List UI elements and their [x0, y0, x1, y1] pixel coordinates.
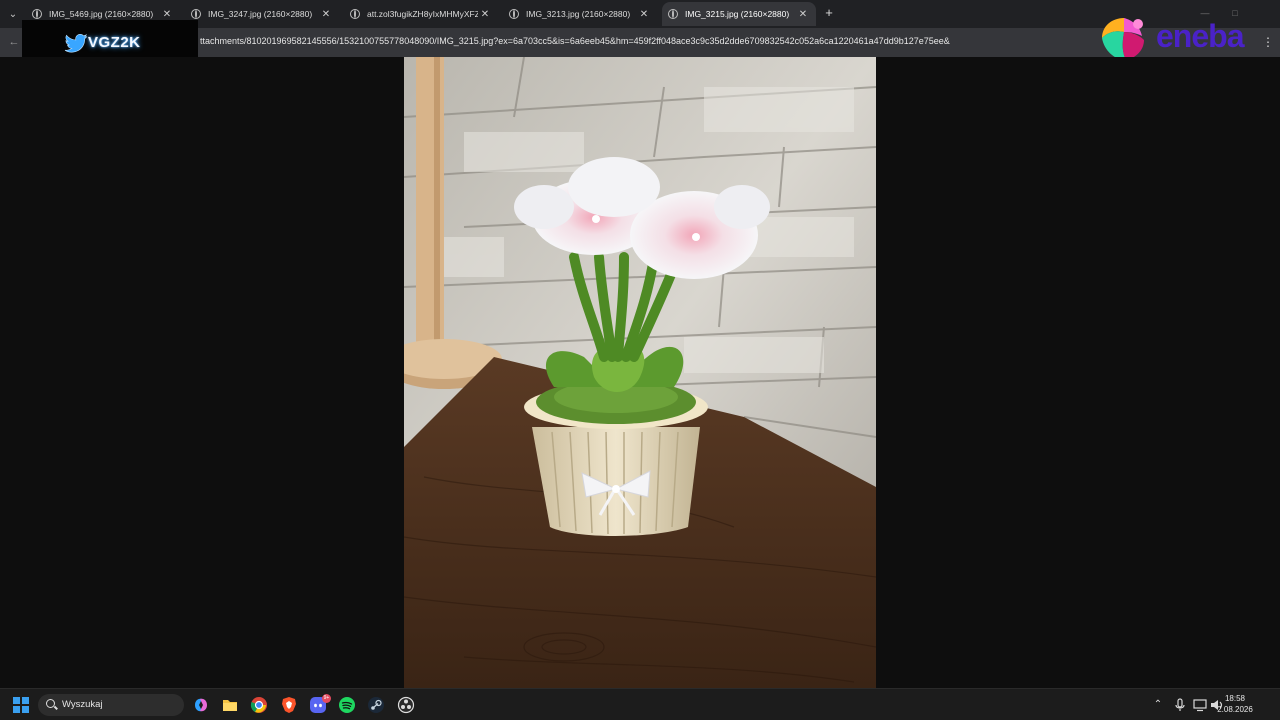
file-explorer-icon[interactable]: [221, 696, 239, 714]
windows-start-icon[interactable]: [13, 697, 29, 713]
clock-date: 2.08.2026: [1217, 704, 1253, 714]
tab-label: att.zol3fugikZH8yIxMHMyXFZ…: [367, 9, 478, 19]
network-icon[interactable]: [1193, 698, 1207, 712]
globe-icon: [191, 9, 201, 19]
search-icon: [46, 699, 55, 708]
tab-img-3215[interactable]: IMG_3215.jpg (2160×2880) ✕: [662, 2, 816, 26]
tab-label: IMG_3247.jpg (2160×2880): [208, 9, 313, 19]
plus-icon[interactable]: +: [822, 5, 836, 21]
close-icon[interactable]: ✕: [478, 9, 492, 20]
chrome-icon[interactable]: [250, 696, 268, 714]
microphone-icon[interactable]: [1173, 698, 1187, 712]
globe-icon: [32, 9, 42, 19]
address-bar-url: ttachments/810201969582145556/1532100755…: [200, 36, 950, 46]
photo-pipe-cleaner-flower-pot[interactable]: [404, 57, 876, 688]
close-icon[interactable]: ✕: [319, 9, 333, 20]
tab-img-3213[interactable]: IMG_3213.jpg (2160×2880) ✕: [503, 2, 657, 26]
back-arrow-icon[interactable]: ←: [6, 34, 22, 50]
discord-notification-badge: 9+: [322, 694, 331, 703]
tab-label: IMG_3213.jpg (2160×2880): [526, 9, 631, 19]
obs-icon[interactable]: [397, 696, 415, 714]
close-icon[interactable]: ✕: [160, 9, 174, 20]
copilot-icon[interactable]: [192, 696, 210, 714]
close-icon[interactable]: ✕: [796, 9, 810, 20]
tab-img-3247[interactable]: IMG_3247.jpg (2160×2880) ✕: [185, 2, 339, 26]
clock-time: 18:58: [1224, 694, 1246, 703]
close-icon[interactable]: ✕: [637, 9, 651, 20]
flower-pot-photo: [404, 57, 876, 688]
sponsor-logo-text: eneba: [1156, 18, 1244, 54]
system-clock[interactable]: 18:58 2.08.2026: [1214, 694, 1256, 715]
windows-taskbar: Wyszukaj ⌃ 18:58 2.08.2026: [0, 688, 1280, 720]
globe-icon: [668, 9, 678, 19]
tab-search-icon[interactable]: ⌄: [4, 5, 22, 23]
chevron-up-icon[interactable]: ⌃: [1151, 698, 1165, 712]
taskbar-search[interactable]: Wyszukaj: [38, 694, 184, 716]
tab-att[interactable]: att.zol3fugikZH8yIxMHMyXFZ… ✕: [344, 2, 498, 26]
tab-label: IMG_3215.jpg (2160×2880): [685, 9, 790, 19]
search-placeholder: Wyszukaj: [62, 699, 103, 710]
globe-icon: [350, 9, 360, 19]
streamer-logo-text: VGZ2K: [88, 34, 141, 51]
brave-icon[interactable]: [280, 696, 298, 714]
twitter-bird-icon: [64, 34, 88, 53]
steam-icon[interactable]: [367, 696, 385, 714]
spotify-icon[interactable]: [338, 696, 356, 714]
globe-icon: [509, 9, 519, 19]
tab-label: IMG_5469.jpg (2160×2880): [49, 9, 154, 19]
image-viewer: [0, 57, 1280, 688]
